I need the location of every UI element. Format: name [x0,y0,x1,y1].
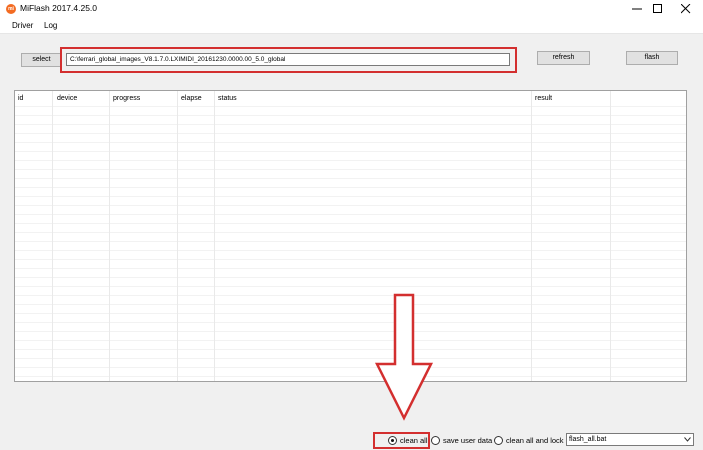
table-row-line [15,115,686,116]
radio-label-clean-all-and-lock[interactable]: clean all and lock [506,435,564,446]
column-divider [109,91,110,381]
table-row-line [15,178,686,179]
radio-label-save-user-data[interactable]: save user data [443,435,492,446]
window-title: MiFlash 2017.4.25.0 [20,3,98,13]
column-header-result[interactable]: result [535,94,552,104]
column-divider [177,91,178,381]
table-row-line [15,340,686,341]
close-icon [681,4,691,14]
title-bar [0,0,703,18]
column-header-status[interactable]: status [218,94,237,104]
select-button[interactable]: select [21,53,62,67]
table-row-line [15,376,686,377]
table-row-line [15,160,686,161]
rom-path-input[interactable]: C:\ferrari_global_images_V8.1.7.0.LXIMID… [66,53,510,66]
menu-item-log[interactable]: Log [44,21,57,31]
menu-bar [0,18,703,34]
table-row-line [15,268,686,269]
column-divider [531,91,532,381]
table-row-line [15,322,686,323]
chevron-down-glyph [683,437,691,442]
table-row-line [15,223,686,224]
table-row-line [15,214,686,215]
menu-item-driver[interactable]: Driver [12,21,33,31]
table-row-line [15,187,686,188]
table-row-line [15,196,686,197]
column-header-device[interactable]: device [57,94,77,104]
app-icon-text: mi [8,6,14,12]
table-row-line [15,331,686,332]
close-button[interactable] [673,0,699,18]
refresh-button[interactable]: refresh [537,51,590,65]
table-row-line [15,367,686,368]
table-row-line [15,106,686,107]
table-row-line [15,124,686,125]
table-row-line [15,259,686,260]
table-row-line [15,232,686,233]
column-divider [214,91,215,381]
table-row-line [15,286,686,287]
clean-all-highlight-box [373,432,430,449]
maximize-icon [653,4,662,13]
table-row-line [15,133,686,134]
table-row-line [15,313,686,314]
table-row-line [15,358,686,359]
table-row-line [15,349,686,350]
minimize-icon [632,8,642,10]
radio-clean-all-and-lock[interactable] [494,436,503,445]
table-row-line [15,169,686,170]
table-row-line [15,241,686,242]
table-row-line [15,304,686,305]
flash-button[interactable]: flash [626,51,678,65]
mi-logo-icon: mi [6,4,16,14]
radio-save-user-data[interactable] [431,436,440,445]
column-header-elapse[interactable]: elapse [181,94,202,104]
chevron-down-icon[interactable] [681,434,693,445]
maximize-button[interactable] [645,0,671,18]
flash-script-select[interactable]: flash_all.bat [566,433,694,446]
table-row-line [15,205,686,206]
table-row-line [15,250,686,251]
column-divider [610,91,611,381]
table-row-line [15,142,686,143]
down-arrow-icon [374,293,434,421]
column-header-progress[interactable]: progress [113,94,140,104]
table-row-line [15,295,686,296]
table-row-line [15,151,686,152]
column-divider [52,91,53,381]
table-row-line [15,277,686,278]
column-header-id[interactable]: id [18,94,23,104]
